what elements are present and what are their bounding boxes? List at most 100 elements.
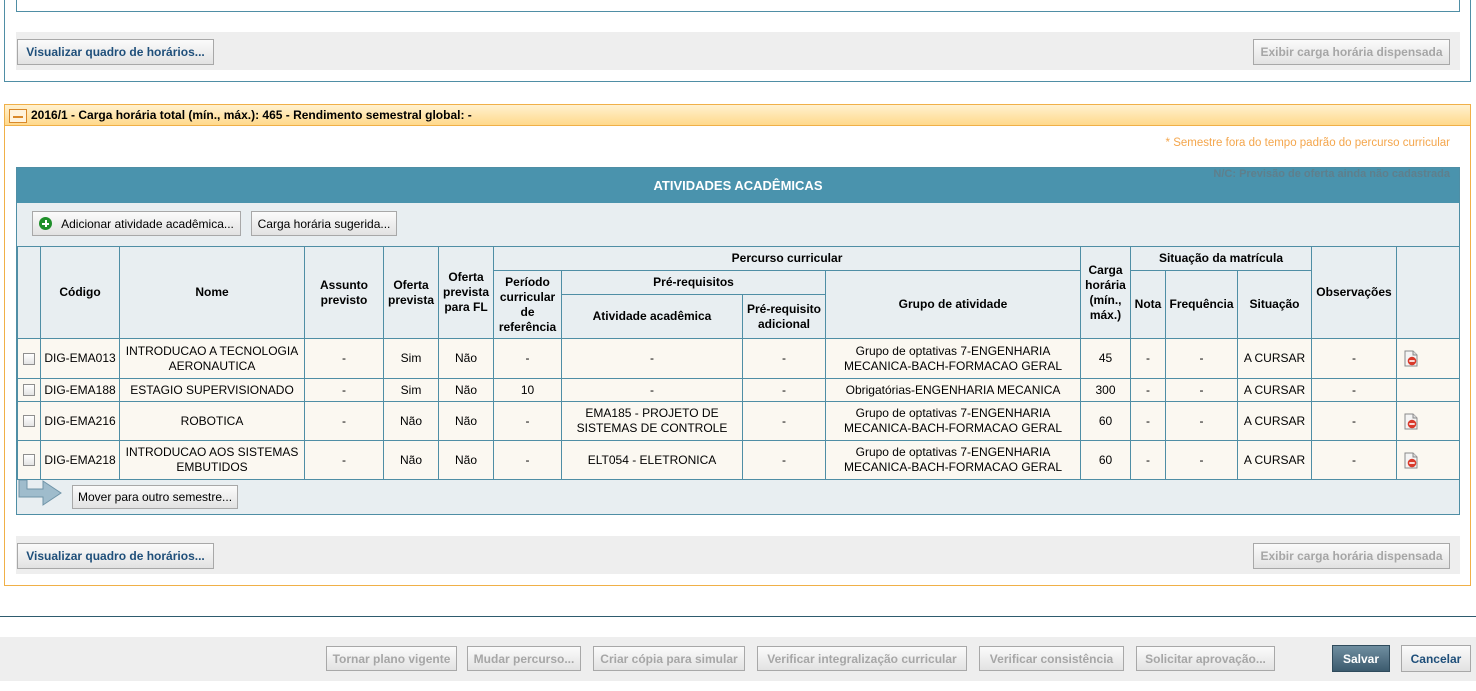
column-header-grupo: Grupo de atividade	[825, 270, 1081, 339]
cell-carga: 60	[1080, 440, 1131, 480]
cell-oferta: Sim	[383, 338, 439, 379]
cell-observacoes: -	[1311, 378, 1397, 402]
make-plan-current-button[interactable]: Tornar plano vigente	[326, 646, 457, 671]
activities-table: Código Nome Assunto previsto Oferta prev…	[17, 246, 1460, 480]
column-header-oferta-fl: Oferta prevista para FL	[438, 246, 494, 339]
cell-prereq-adicional: -	[742, 401, 826, 441]
add-activity-label: Adicionar atividade acadêmica...	[61, 216, 234, 231]
table-row: DIG-EMA013 INTRODUCAO A TECNOLOGIA AERON…	[17, 338, 1460, 379]
cell-grupo: Grupo de optativas 7-ENGENHARIA MECANICA…	[825, 401, 1081, 441]
cell-assunto: -	[304, 440, 384, 480]
view-schedule-button[interactable]: Visualizar quadro de horários...	[17, 543, 214, 569]
cell-carga: 45	[1080, 338, 1131, 379]
column-header-observacoes: Observações	[1311, 246, 1397, 339]
cell-periodo: -	[493, 338, 562, 379]
column-header-nota: Nota	[1130, 270, 1166, 339]
column-header-assunto: Assunto previsto	[304, 246, 384, 339]
delete-document-icon[interactable]	[1404, 350, 1418, 367]
move-semester-button[interactable]: Mover para outro semestre...	[72, 485, 238, 509]
change-path-button[interactable]: Mudar percurso...	[467, 646, 581, 671]
semester-title: 2016/1 - Carga horária total (mín., máx.…	[31, 108, 472, 122]
table-row: DIG-EMA218 INTRODUCAO AOS SISTEMAS EMBUT…	[17, 440, 1460, 480]
cell-grupo: Obrigatórias-ENGENHARIA MECANICA	[825, 378, 1081, 402]
actions-column-header	[1396, 246, 1460, 339]
save-button[interactable]: Salvar	[1332, 645, 1390, 672]
cell-nota: -	[1130, 378, 1166, 402]
cell-prereq-adicional: -	[742, 378, 826, 402]
verify-completion-button[interactable]: Verificar integralização curricular	[757, 646, 967, 671]
column-header-periodo: Período curricular de referência	[493, 270, 562, 339]
out-of-time-note: * Semestre fora do tempo padrão do percu…	[1165, 137, 1450, 149]
cell-nome: INTRODUCAO AOS SISTEMAS EMBUTIDOS	[119, 440, 305, 480]
cell-nota: -	[1130, 401, 1166, 441]
select-column-header	[17, 246, 41, 339]
cell-situacao: A CURSAR	[1237, 338, 1312, 379]
column-header-codigo[interactable]: Código	[40, 246, 120, 339]
cell-prereq-adicional: -	[742, 338, 826, 379]
cell-nome: INTRODUCAO A TECNOLOGIA AERONAUTICA	[119, 338, 305, 379]
cell-assunto: -	[304, 401, 384, 441]
show-exempt-load-button-top[interactable]: Exibir carga horária dispensada	[1253, 39, 1450, 65]
column-group-prereq: Pré-requisitos	[561, 270, 826, 295]
delete-document-icon[interactable]	[1404, 413, 1418, 430]
cell-situacao: A CURSAR	[1237, 378, 1312, 402]
verify-consistency-button[interactable]: Verificar consistência	[979, 646, 1124, 671]
cell-codigo: DIG-EMA013	[40, 338, 120, 379]
cell-codigo: DIG-EMA216	[40, 401, 120, 441]
cell-codigo: DIG-EMA218	[40, 440, 120, 480]
column-header-prereq-adicional: Pré-requisito adicional	[742, 294, 826, 339]
cell-nome: ROBOTICA	[119, 401, 305, 441]
show-exempt-load-button[interactable]: Exibir carga horária dispensada	[1253, 543, 1450, 569]
column-header-frequencia: Frequência	[1165, 270, 1238, 339]
previous-semester-table-bottom	[16, 0, 1460, 12]
add-activity-button[interactable]: Adicionar atividade acadêmica...	[32, 211, 241, 236]
cell-codigo: DIG-EMA188	[40, 378, 120, 402]
column-header-situacao: Situação	[1237, 270, 1312, 339]
column-header-atividade: Atividade acadêmica	[561, 294, 743, 339]
table-row: DIG-EMA216 ROBOTICA - Não Não - EMA185 -…	[17, 401, 1460, 441]
column-group-percurso: Percurso curricular	[493, 246, 1081, 271]
cell-carga: 60	[1080, 401, 1131, 441]
cell-periodo: -	[493, 440, 562, 480]
row-actions-cell	[1396, 378, 1460, 402]
collapse-minus-icon[interactable]	[9, 109, 27, 123]
row-actions-cell	[1396, 440, 1460, 480]
semester-footer	[16, 536, 1460, 574]
divider	[0, 616, 1476, 617]
cell-assunto: -	[304, 378, 384, 402]
create-copy-button[interactable]: Criar cópia para simular	[593, 646, 745, 671]
cell-observacoes: -	[1311, 401, 1397, 441]
column-header-carga: Carga horária (mín., máx.)	[1080, 246, 1131, 339]
cell-grupo: Grupo de optativas 7-ENGENHARIA MECANICA…	[825, 338, 1081, 379]
cell-oferta: Não	[383, 401, 439, 441]
row-checkbox[interactable]	[23, 384, 35, 397]
cell-oferta-fl: Não	[438, 338, 494, 379]
cell-nota: -	[1130, 440, 1166, 480]
cell-observacoes: -	[1311, 338, 1397, 379]
suggested-load-button[interactable]: Carga horária sugerida...	[251, 211, 397, 236]
cell-nota: -	[1130, 338, 1166, 379]
delete-document-icon[interactable]	[1404, 452, 1418, 469]
request-approval-button[interactable]: Solicitar aprovação...	[1136, 646, 1275, 671]
row-select-cell	[17, 338, 41, 379]
cell-atividade: -	[561, 338, 743, 379]
cell-situacao: A CURSAR	[1237, 440, 1312, 480]
cell-oferta-fl: Não	[438, 401, 494, 441]
cell-prereq-adicional: -	[742, 440, 826, 480]
row-actions-cell	[1396, 401, 1460, 441]
cell-situacao: A CURSAR	[1237, 401, 1312, 441]
row-checkbox[interactable]	[23, 415, 35, 428]
row-checkbox[interactable]	[23, 454, 35, 467]
cell-frequencia: -	[1165, 378, 1238, 402]
view-schedule-button-top[interactable]: Visualizar quadro de horários...	[17, 39, 214, 65]
column-header-nome[interactable]: Nome	[119, 246, 305, 339]
cell-oferta-fl: Não	[438, 378, 494, 402]
cancel-button[interactable]: Cancelar	[1401, 645, 1471, 672]
row-checkbox[interactable]	[23, 352, 35, 365]
cell-frequencia: -	[1165, 401, 1238, 441]
previous-semester-footer	[16, 32, 1460, 70]
row-select-cell	[17, 401, 41, 441]
cell-atividade: ELT054 - ELETRONICA	[561, 440, 743, 480]
cell-carga: 300	[1080, 378, 1131, 402]
cell-frequencia: -	[1165, 338, 1238, 379]
